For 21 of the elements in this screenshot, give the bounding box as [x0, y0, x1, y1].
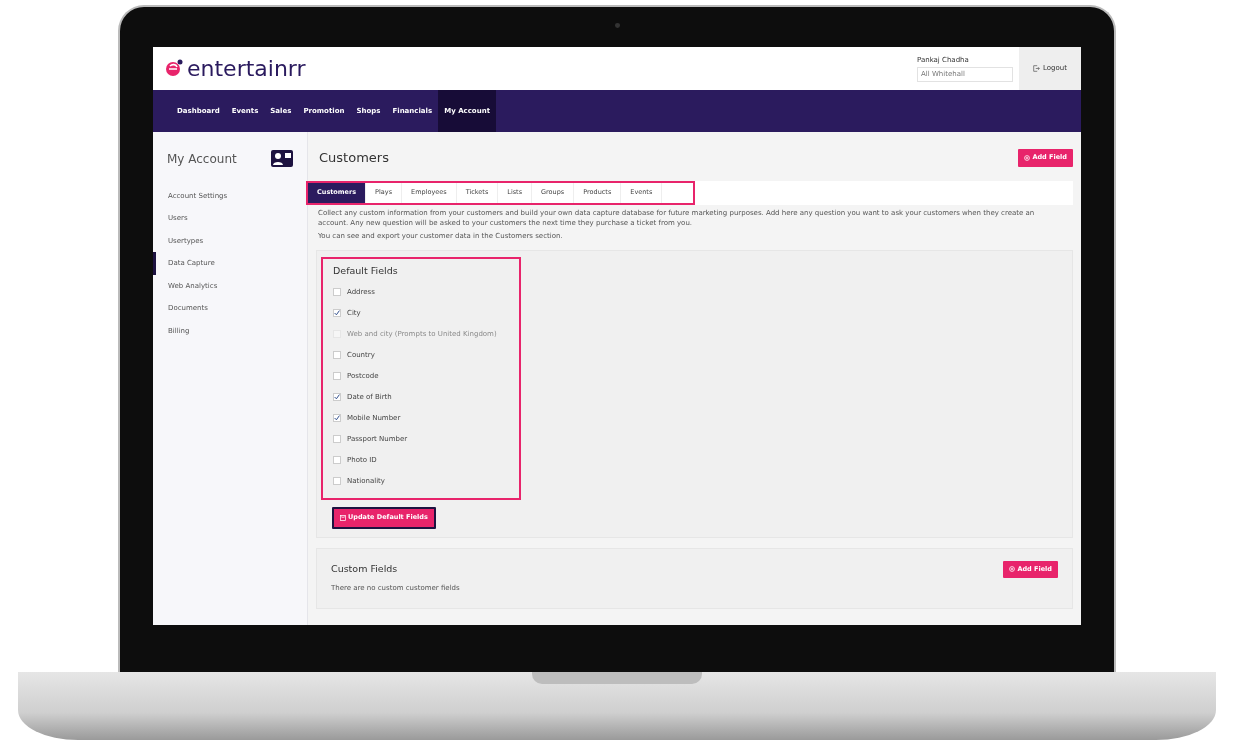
- camera-icon: [614, 23, 620, 28]
- page-title: Customers: [319, 149, 389, 167]
- checkbox[interactable]: [333, 309, 341, 318]
- save-icon: [340, 514, 346, 521]
- profile-card-icon: [271, 150, 293, 168]
- checkbox[interactable]: [333, 393, 341, 402]
- logout-icon: [1033, 65, 1040, 72]
- checkbox[interactable]: [333, 435, 341, 444]
- section-title: Default Fields: [333, 263, 399, 278]
- plus-circle-icon: [1009, 566, 1016, 573]
- checkbox[interactable]: [333, 477, 341, 486]
- sidebar-title: My Account: [166, 151, 237, 168]
- section-title: Custom Fields: [331, 562, 398, 577]
- checkbox[interactable]: [333, 414, 341, 423]
- plus-circle-icon: [1024, 154, 1031, 161]
- logo-text: entertainrr: [187, 55, 306, 83]
- checkbox[interactable]: [333, 351, 341, 360]
- logo-icon: [165, 58, 185, 79]
- checkbox[interactable]: [333, 372, 341, 381]
- checkbox[interactable]: [333, 456, 341, 465]
- checkbox[interactable]: [333, 288, 341, 297]
